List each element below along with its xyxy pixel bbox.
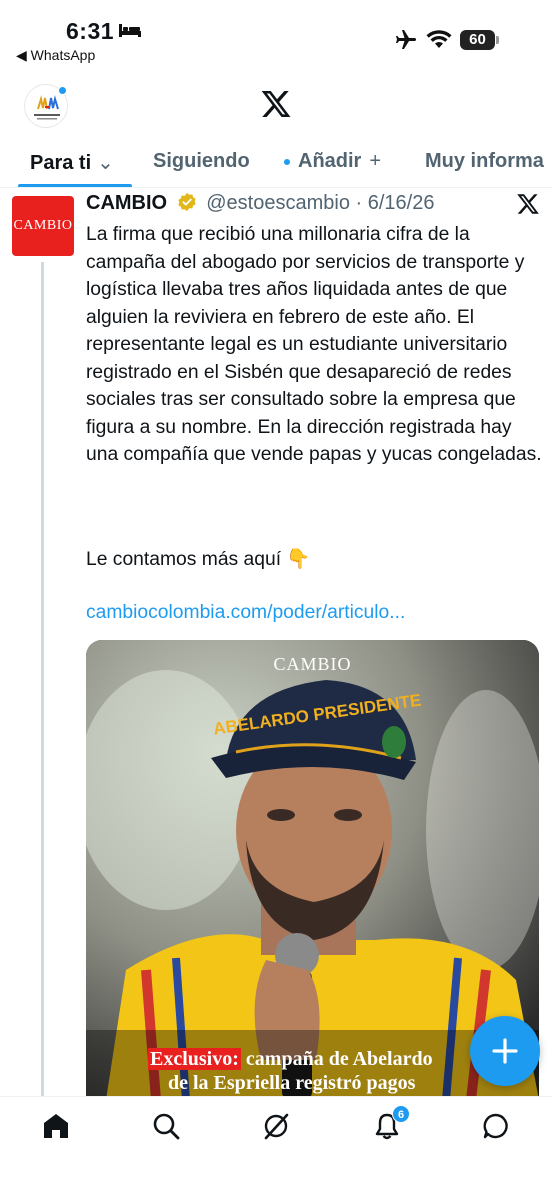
author-name[interactable]: CAMBIO (86, 192, 167, 214)
tweet-text-cta: Le contamos más aquí 👇 (86, 549, 311, 570)
media-caption-line1: Exclusivo: campaña de Abelardo (148, 1048, 433, 1071)
bed-icon (119, 24, 141, 37)
verified-badge-icon (178, 192, 196, 212)
tab-label: Muy informa (425, 150, 544, 172)
tab-label: Añadir (298, 150, 362, 172)
thread-line (41, 262, 44, 1098)
caption-rest: campaña de Abelardo (240, 1048, 433, 1070)
battery-tip (496, 36, 499, 44)
timeline-tabs: Para ti ⌄ Siguiendo Añadir + Muy informa (0, 140, 552, 188)
tab-siguiendo[interactable]: Siguiendo (153, 150, 250, 173)
x-logo-icon[interactable] (260, 88, 292, 120)
bottom-navigation: 6 (0, 1096, 552, 1200)
media-caption-line2: de la Espriella registró pagos (168, 1072, 416, 1094)
battery-level: 60 (460, 30, 495, 50)
tab-label: Siguiendo (153, 150, 250, 172)
author-handle-date: @estoescambio · 6/16/26 (206, 192, 435, 214)
home-icon[interactable] (41, 1111, 71, 1141)
status-time: 6:31 (66, 18, 115, 44)
plus-icon (492, 1038, 518, 1064)
tweet-text: La firma que recibió una millonaria cifr… (86, 224, 542, 465)
airplane-icon (396, 30, 416, 49)
search-icon[interactable] (151, 1111, 181, 1141)
active-tab-indicator (18, 184, 132, 187)
status-bar: 6:31 ◀ WhatsApp 60 (0, 0, 552, 70)
unread-dot (58, 86, 67, 95)
battery-indicator: 60 (460, 30, 500, 50)
notifications-badge: 6 (392, 1105, 410, 1123)
wifi-icon (426, 30, 452, 48)
media-brand-logo: CAMBIO (273, 654, 352, 674)
compose-button[interactable] (470, 1016, 540, 1086)
tab-muy-informado[interactable]: Muy informa (425, 150, 544, 173)
plus-icon: + (369, 150, 382, 172)
grok-icon[interactable] (261, 1111, 291, 1141)
tweet-author-avatar[interactable]: CAMBIO (12, 196, 74, 256)
tab-label: Para ti (30, 152, 92, 174)
back-to-whatsapp[interactable]: ◀ WhatsApp (16, 47, 95, 64)
x-grok-icon[interactable] (516, 192, 540, 216)
messages-icon[interactable] (481, 1111, 511, 1141)
chevron-down-icon: ⌄ (97, 152, 114, 174)
tab-anadir[interactable]: Añadir + (284, 150, 381, 173)
tweet-header: CAMBIO @estoescambio · 6/16/26 (86, 192, 434, 215)
new-dot-icon (284, 158, 290, 165)
tab-para-ti[interactable]: Para ti ⌄ (30, 150, 114, 175)
tweet-link[interactable]: cambiocolombia.com/poder/articulo... (86, 602, 405, 624)
caption-tag: Exclusivo: (148, 1048, 241, 1070)
